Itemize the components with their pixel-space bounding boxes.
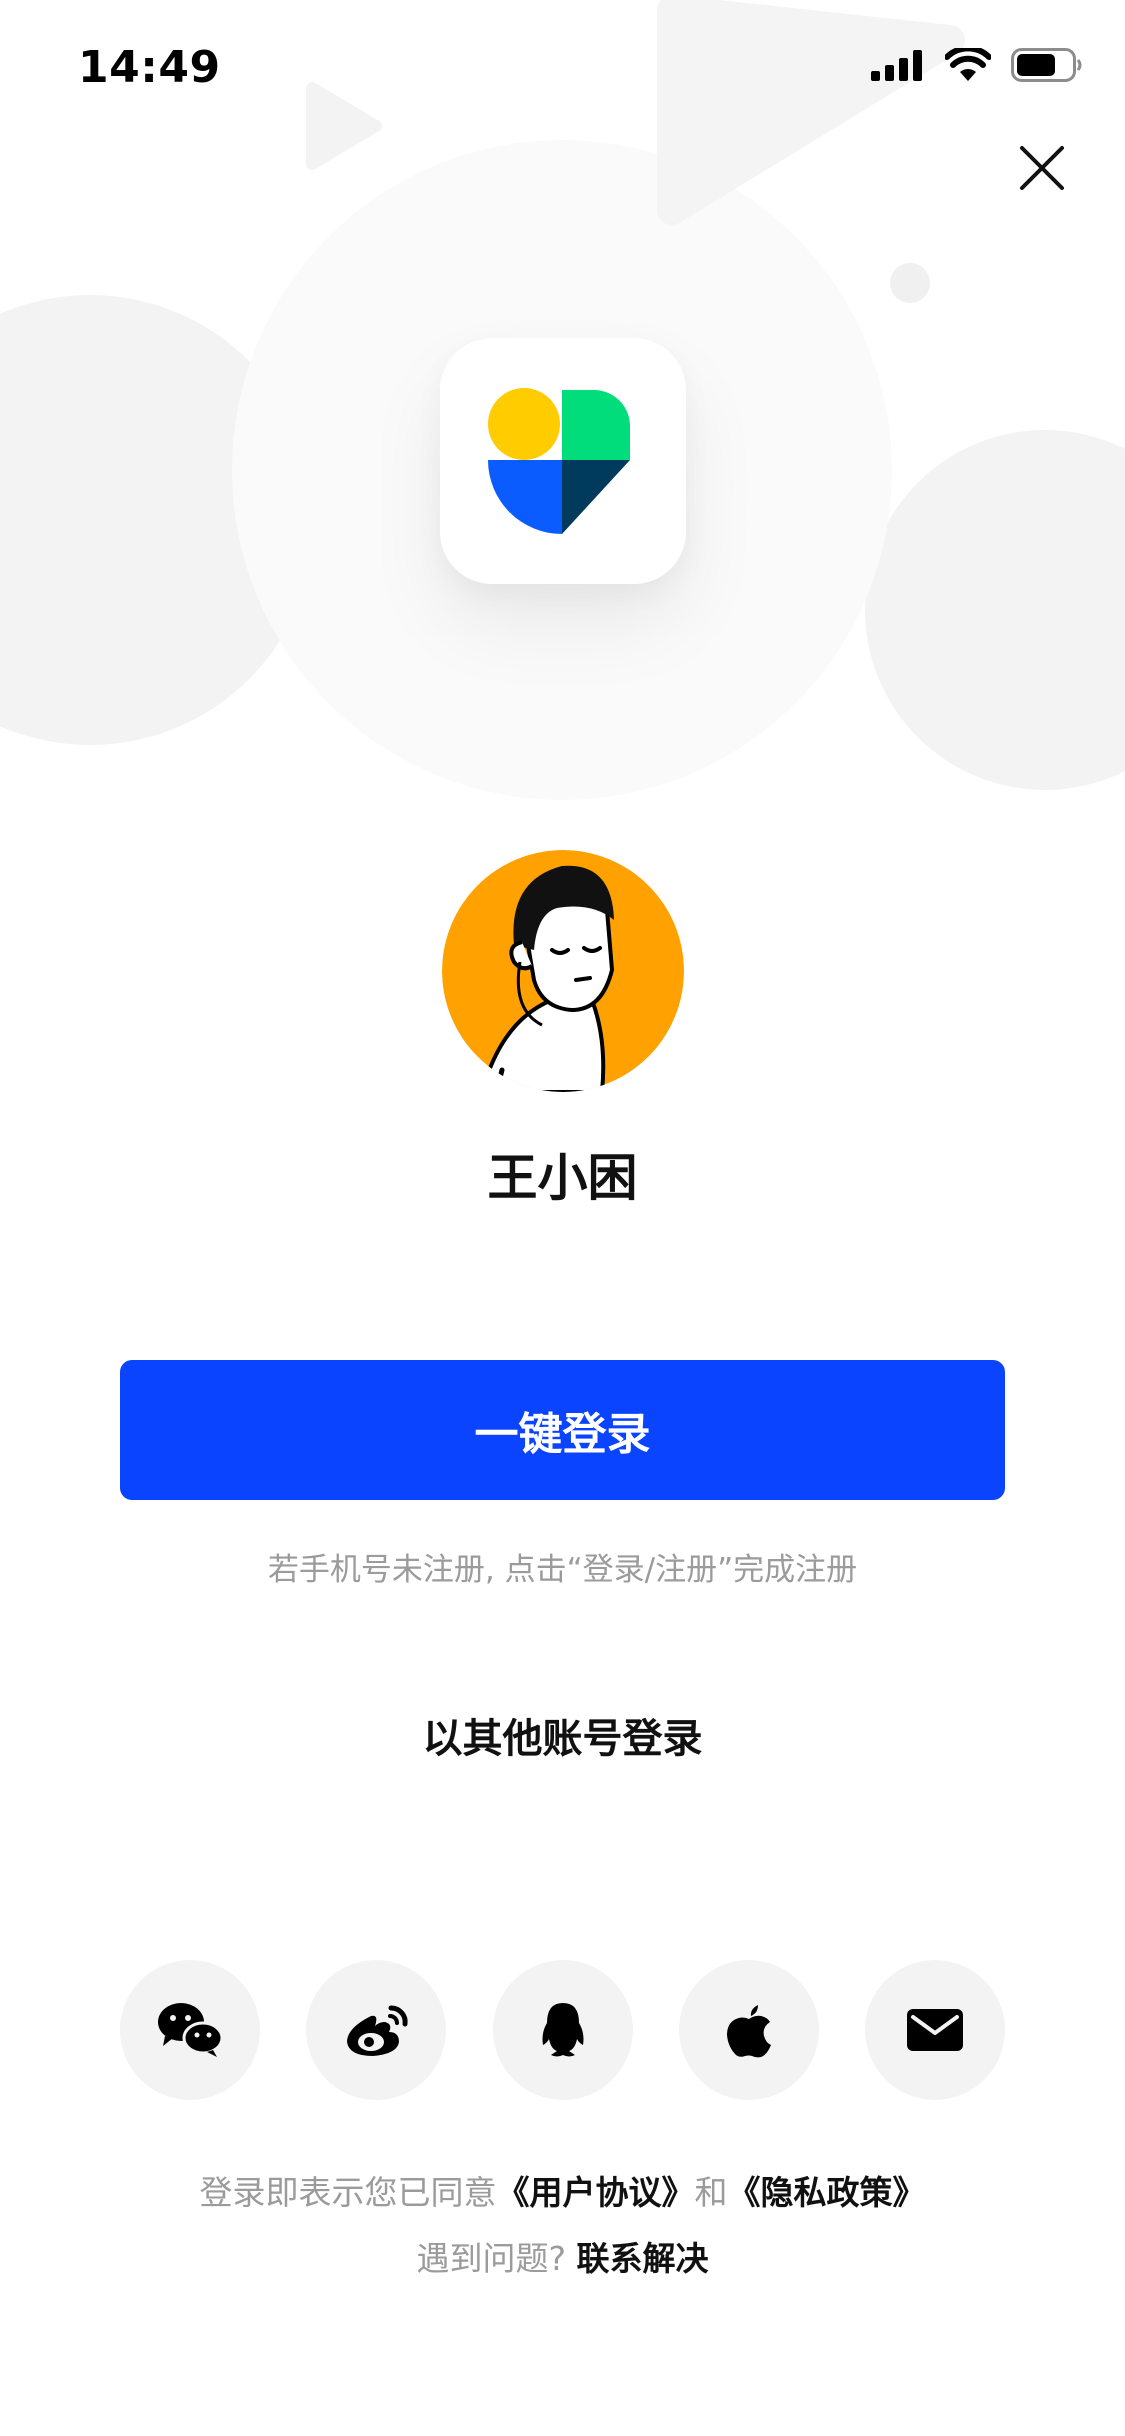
email-login-button[interactable] [865,1960,1005,2100]
battery-icon [1011,48,1082,82]
username: 王小困 [487,1149,638,1207]
status-time: 14:49 [78,42,221,93]
apple-login-button[interactable] [678,1960,819,2100]
agreement-prefix: 登录即表示您已同意 [199,2173,497,2212]
agreement-and: 和 [694,2173,728,2212]
status-icons [871,48,1083,82]
user-agreement-link[interactable]: 《用户协议》 [497,2173,695,2212]
weibo-icon [347,2005,408,2056]
cellular-signal-icon [871,50,922,81]
help-text: 遇到问题? 联系解决 [0,2232,1125,2280]
app-logo [440,338,686,584]
wechat-icon [158,2003,223,2057]
avatar [442,850,684,1092]
wifi-icon [945,48,991,81]
contact-support-link[interactable]: 联系解决 [577,2239,709,2278]
apple-icon [726,2005,771,2058]
qq-penguin-icon [542,2003,583,2057]
user-avatar-illustration [442,850,684,1092]
social-login-row [120,1960,1005,2100]
other-account-login-link[interactable]: 以其他账号登录 [0,1706,1125,1764]
close-icon [1020,146,1064,190]
app-heart-logo-icon [488,388,630,534]
qq-login-button[interactable] [492,1960,633,2100]
close-button[interactable] [1016,142,1068,194]
weibo-login-button[interactable] [306,1960,447,2100]
mail-icon [907,2009,963,2051]
privacy-policy-link[interactable]: 《隐私政策》 [728,2173,926,2212]
help-prefix: 遇到问题? [416,2239,566,2278]
wechat-login-button[interactable] [120,1960,260,2100]
one-click-login-button[interactable]: 一键登录 [120,1360,1005,1500]
agreement-text: 登录即表示您已同意《用户协议》和《隐私政策》 [0,2166,1125,2214]
register-hint: 若手机号未注册, 点击“登录/注册”完成注册 [267,1552,858,1588]
